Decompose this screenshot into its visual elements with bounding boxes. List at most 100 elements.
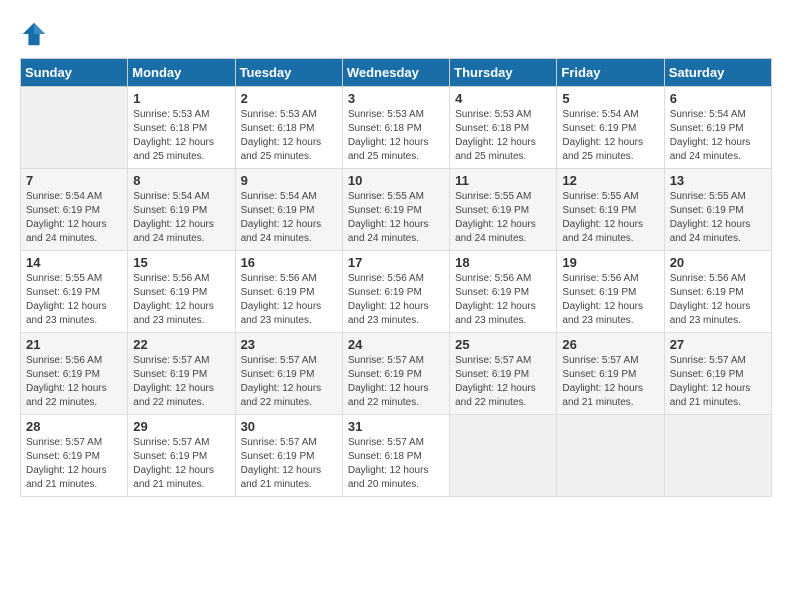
day-number: 19 bbox=[562, 255, 658, 270]
day-info: Sunrise: 5:53 AMSunset: 6:18 PMDaylight:… bbox=[348, 108, 444, 164]
day-info: Sunrise: 5:57 AMSunset: 6:18 PMDaylight:… bbox=[348, 436, 444, 492]
day-info: Sunrise: 5:55 AMSunset: 6:19 PMDaylight:… bbox=[670, 190, 766, 246]
day-cell: 30 Sunrise: 5:57 AMSunset: 6:19 PMDayligh… bbox=[235, 415, 342, 497]
column-header-monday: Monday bbox=[128, 59, 235, 87]
day-info: Sunrise: 5:55 AMSunset: 6:19 PMDaylight:… bbox=[348, 190, 444, 246]
day-info: Sunrise: 5:57 AMSunset: 6:19 PMDaylight:… bbox=[670, 354, 766, 410]
day-number: 23 bbox=[241, 337, 337, 352]
day-cell: 4 Sunrise: 5:53 AMSunset: 6:18 PMDaylight… bbox=[450, 87, 557, 169]
day-cell: 15 Sunrise: 5:56 AMSunset: 6:19 PMDayligh… bbox=[128, 251, 235, 333]
day-number: 29 bbox=[133, 419, 229, 434]
day-number: 16 bbox=[241, 255, 337, 270]
day-cell bbox=[21, 87, 128, 169]
day-info: Sunrise: 5:54 AMSunset: 6:19 PMDaylight:… bbox=[562, 108, 658, 164]
page-header bbox=[20, 20, 772, 48]
day-info: Sunrise: 5:56 AMSunset: 6:19 PMDaylight:… bbox=[26, 354, 122, 410]
logo-icon bbox=[20, 20, 48, 48]
day-info: Sunrise: 5:53 AMSunset: 6:18 PMDaylight:… bbox=[455, 108, 551, 164]
day-number: 31 bbox=[348, 419, 444, 434]
day-number: 12 bbox=[562, 173, 658, 188]
day-number: 14 bbox=[26, 255, 122, 270]
day-cell: 25 Sunrise: 5:57 AMSunset: 6:19 PMDayligh… bbox=[450, 333, 557, 415]
day-info: Sunrise: 5:57 AMSunset: 6:19 PMDaylight:… bbox=[455, 354, 551, 410]
day-cell: 26 Sunrise: 5:57 AMSunset: 6:19 PMDayligh… bbox=[557, 333, 664, 415]
day-info: Sunrise: 5:54 AMSunset: 6:19 PMDaylight:… bbox=[241, 190, 337, 246]
day-info: Sunrise: 5:57 AMSunset: 6:19 PMDaylight:… bbox=[241, 354, 337, 410]
day-info: Sunrise: 5:56 AMSunset: 6:19 PMDaylight:… bbox=[455, 272, 551, 328]
day-cell: 3 Sunrise: 5:53 AMSunset: 6:18 PMDaylight… bbox=[342, 87, 449, 169]
column-header-tuesday: Tuesday bbox=[235, 59, 342, 87]
day-number: 1 bbox=[133, 91, 229, 106]
day-info: Sunrise: 5:56 AMSunset: 6:19 PMDaylight:… bbox=[348, 272, 444, 328]
day-cell bbox=[450, 415, 557, 497]
day-number: 8 bbox=[133, 173, 229, 188]
day-info: Sunrise: 5:55 AMSunset: 6:19 PMDaylight:… bbox=[26, 272, 122, 328]
day-cell: 8 Sunrise: 5:54 AMSunset: 6:19 PMDaylight… bbox=[128, 169, 235, 251]
day-number: 26 bbox=[562, 337, 658, 352]
day-cell: 12 Sunrise: 5:55 AMSunset: 6:19 PMDayligh… bbox=[557, 169, 664, 251]
day-cell: 20Sunrise: 5:56 AMSunset: 6:19 PMDayligh… bbox=[664, 251, 771, 333]
day-cell: 22 Sunrise: 5:57 AMSunset: 6:19 PMDayligh… bbox=[128, 333, 235, 415]
day-number: 18 bbox=[455, 255, 551, 270]
day-cell: 6 Sunrise: 5:54 AMSunset: 6:19 PMDaylight… bbox=[664, 87, 771, 169]
week-row-4: 21 Sunrise: 5:56 AMSunset: 6:19 PMDayligh… bbox=[21, 333, 772, 415]
day-cell: 14 Sunrise: 5:55 AMSunset: 6:19 PMDayligh… bbox=[21, 251, 128, 333]
calendar-table: SundayMondayTuesdayWednesdayThursdayFrid… bbox=[20, 58, 772, 497]
day-number: 4 bbox=[455, 91, 551, 106]
week-row-1: 1 Sunrise: 5:53 AMSunset: 6:18 PMDaylight… bbox=[21, 87, 772, 169]
day-number: 15 bbox=[133, 255, 229, 270]
day-number: 30 bbox=[241, 419, 337, 434]
day-info: Sunrise: 5:56 AMSunset: 6:19 PMDaylight:… bbox=[241, 272, 337, 328]
day-info: Sunrise: 5:57 AMSunset: 6:19 PMDaylight:… bbox=[562, 354, 658, 410]
day-number: 13 bbox=[670, 173, 766, 188]
day-cell: 23 Sunrise: 5:57 AMSunset: 6:19 PMDayligh… bbox=[235, 333, 342, 415]
week-row-5: 28 Sunrise: 5:57 AMSunset: 6:19 PMDayligh… bbox=[21, 415, 772, 497]
day-number: 20 bbox=[670, 255, 766, 270]
day-number: 25 bbox=[455, 337, 551, 352]
day-number: 11 bbox=[455, 173, 551, 188]
day-number: 27 bbox=[670, 337, 766, 352]
day-number: 17 bbox=[348, 255, 444, 270]
day-cell: 11Sunrise: 5:55 AMSunset: 6:19 PMDayligh… bbox=[450, 169, 557, 251]
day-cell: 18 Sunrise: 5:56 AMSunset: 6:19 PMDayligh… bbox=[450, 251, 557, 333]
day-info: Sunrise: 5:57 AMSunset: 6:19 PMDaylight:… bbox=[26, 436, 122, 492]
day-cell: 27 Sunrise: 5:57 AMSunset: 6:19 PMDayligh… bbox=[664, 333, 771, 415]
day-number: 28 bbox=[26, 419, 122, 434]
day-number: 21 bbox=[26, 337, 122, 352]
day-info: Sunrise: 5:53 AMSunset: 6:18 PMDaylight:… bbox=[133, 108, 229, 164]
day-cell: 17 Sunrise: 5:56 AMSunset: 6:19 PMDayligh… bbox=[342, 251, 449, 333]
day-cell: 10Sunrise: 5:55 AMSunset: 6:19 PMDayligh… bbox=[342, 169, 449, 251]
day-cell: 28 Sunrise: 5:57 AMSunset: 6:19 PMDayligh… bbox=[21, 415, 128, 497]
column-header-friday: Friday bbox=[557, 59, 664, 87]
day-number: 3 bbox=[348, 91, 444, 106]
column-header-sunday: Sunday bbox=[21, 59, 128, 87]
column-header-thursday: Thursday bbox=[450, 59, 557, 87]
day-info: Sunrise: 5:55 AMSunset: 6:19 PMDaylight:… bbox=[562, 190, 658, 246]
day-info: Sunrise: 5:56 AMSunset: 6:19 PMDaylight:… bbox=[562, 272, 658, 328]
column-header-saturday: Saturday bbox=[664, 59, 771, 87]
day-info: Sunrise: 5:54 AMSunset: 6:19 PMDaylight:… bbox=[670, 108, 766, 164]
day-info: Sunrise: 5:57 AMSunset: 6:19 PMDaylight:… bbox=[133, 436, 229, 492]
column-header-wednesday: Wednesday bbox=[342, 59, 449, 87]
week-row-2: 7Sunrise: 5:54 AMSunset: 6:19 PMDaylight… bbox=[21, 169, 772, 251]
day-cell: 24 Sunrise: 5:57 AMSunset: 6:19 PMDayligh… bbox=[342, 333, 449, 415]
day-info: Sunrise: 5:54 AMSunset: 6:19 PMDaylight:… bbox=[26, 190, 122, 246]
day-info: Sunrise: 5:57 AMSunset: 6:19 PMDaylight:… bbox=[348, 354, 444, 410]
day-number: 5 bbox=[562, 91, 658, 106]
day-cell: 31 Sunrise: 5:57 AMSunset: 6:18 PMDayligh… bbox=[342, 415, 449, 497]
header-row: SundayMondayTuesdayWednesdayThursdayFrid… bbox=[21, 59, 772, 87]
day-cell: 1 Sunrise: 5:53 AMSunset: 6:18 PMDaylight… bbox=[128, 87, 235, 169]
day-cell: 7Sunrise: 5:54 AMSunset: 6:19 PMDaylight… bbox=[21, 169, 128, 251]
day-number: 24 bbox=[348, 337, 444, 352]
day-cell: 9Sunrise: 5:54 AMSunset: 6:19 PMDaylight… bbox=[235, 169, 342, 251]
day-cell bbox=[664, 415, 771, 497]
week-row-3: 14 Sunrise: 5:55 AMSunset: 6:19 PMDayligh… bbox=[21, 251, 772, 333]
day-number: 2 bbox=[241, 91, 337, 106]
day-number: 22 bbox=[133, 337, 229, 352]
day-info: Sunrise: 5:54 AMSunset: 6:19 PMDaylight:… bbox=[133, 190, 229, 246]
day-cell: 2Sunrise: 5:53 AMSunset: 6:18 PMDaylight… bbox=[235, 87, 342, 169]
day-info: Sunrise: 5:57 AMSunset: 6:19 PMDaylight:… bbox=[241, 436, 337, 492]
day-number: 6 bbox=[670, 91, 766, 106]
day-info: Sunrise: 5:56 AMSunset: 6:19 PMDaylight:… bbox=[133, 272, 229, 328]
day-info: Sunrise: 5:57 AMSunset: 6:19 PMDaylight:… bbox=[133, 354, 229, 410]
